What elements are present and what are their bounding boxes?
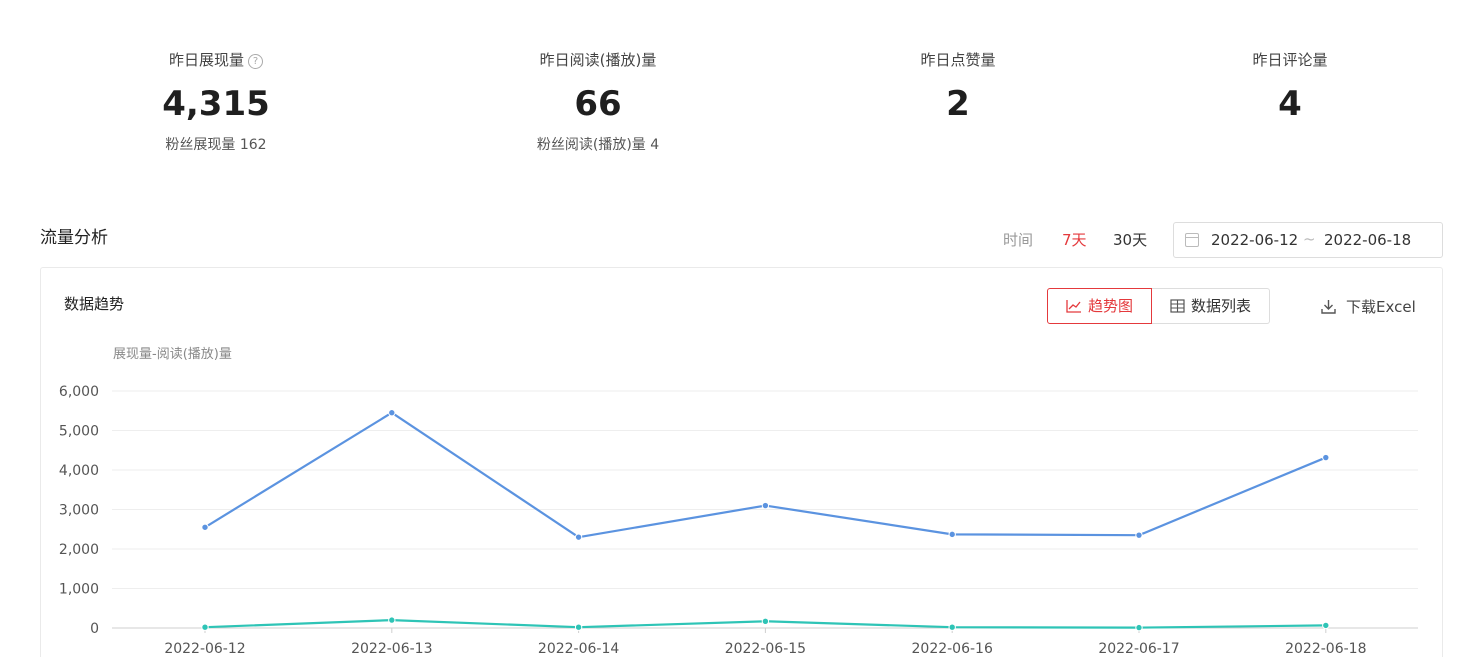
x-tick-label: 2022-06-17 — [1098, 641, 1179, 657]
y-tick-label: 3,000 — [59, 503, 99, 519]
data-point — [574, 533, 583, 541]
x-tick-label: 2022-06-12 — [164, 641, 245, 657]
data-point — [948, 530, 956, 539]
x-tick-label: 2022-06-15 — [725, 641, 806, 657]
data-point — [1322, 621, 1330, 630]
y-tick-label: 2,000 — [59, 542, 99, 558]
data-point — [761, 617, 770, 625]
y-tick-label: 1,000 — [59, 582, 99, 598]
data-point — [1322, 453, 1330, 462]
x-tick-label: 2022-06-16 — [912, 641, 993, 657]
x-tick-label: 2022-06-18 — [1285, 641, 1366, 657]
data-point — [388, 616, 396, 624]
y-tick-label: 4,000 — [59, 463, 99, 479]
y-tick-label: 0 — [90, 621, 99, 637]
data-point — [761, 501, 770, 510]
data-point — [1135, 531, 1143, 539]
data-point — [948, 623, 956, 631]
y-tick-label: 5,000 — [59, 424, 99, 440]
series-line-0 — [204, 411, 1327, 539]
y-tick-label: 6,000 — [59, 384, 99, 400]
data-point — [574, 623, 583, 631]
x-tick-label: 2022-06-13 — [351, 641, 432, 657]
data-point — [1135, 623, 1143, 632]
data-point — [201, 523, 209, 531]
data-point — [388, 409, 396, 417]
trend-line-chart: 0 1,000 2,000 3,000 4,000 5,000 6,000 2022-06-1… — [59, 384, 1418, 657]
x-tick-label: 2022-06-14 — [538, 641, 619, 657]
data-point — [201, 623, 209, 631]
